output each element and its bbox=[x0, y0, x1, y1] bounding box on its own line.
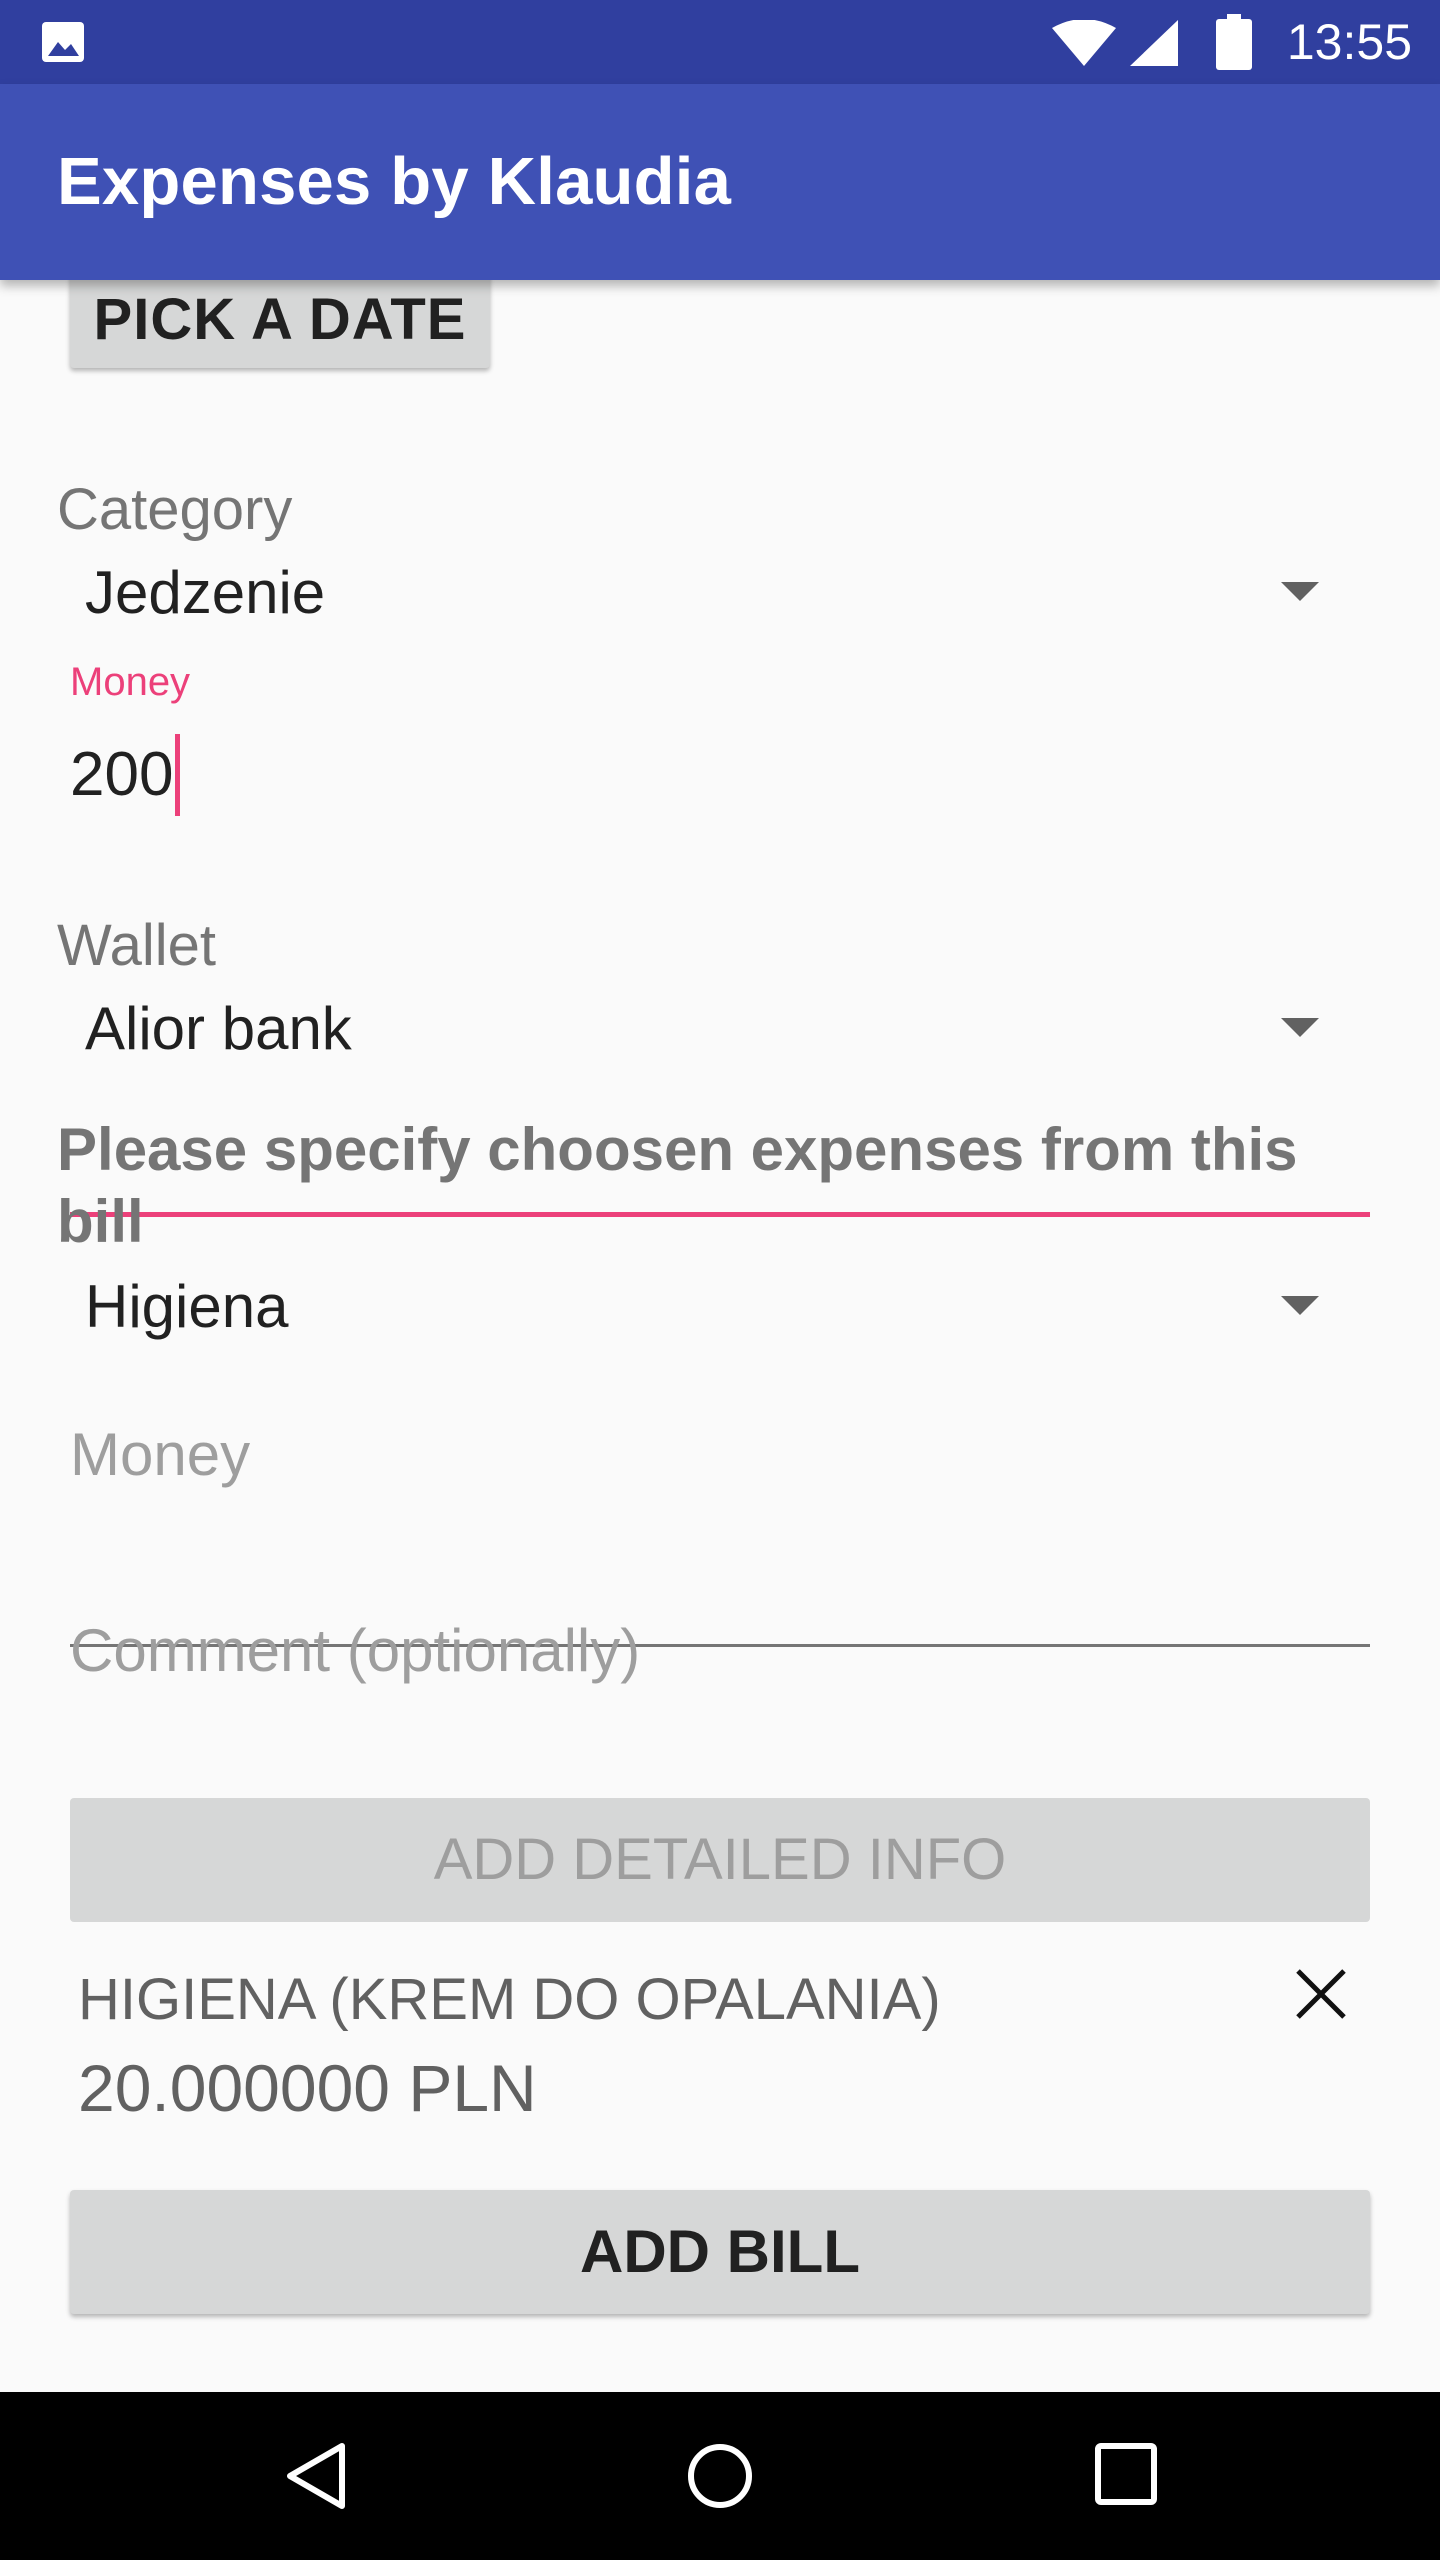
money-float-label: Money bbox=[70, 660, 191, 704]
detail-category-value: Higiena bbox=[85, 1273, 289, 1340]
chevron-down-icon bbox=[1281, 582, 1319, 601]
recents-icon[interactable] bbox=[1094, 2442, 1158, 2506]
wallet-value: Alior bank bbox=[85, 995, 352, 1062]
chevron-down-icon bbox=[1281, 1296, 1319, 1315]
wallet-label: Wallet bbox=[57, 913, 216, 978]
wifi-icon bbox=[1052, 20, 1116, 66]
category-spinner[interactable]: Jedzenie bbox=[57, 544, 1369, 634]
signal-icon bbox=[1130, 20, 1178, 66]
add-bill-label: ADD BILL bbox=[580, 2218, 860, 2285]
money-field[interactable]: Money 200 bbox=[70, 660, 1370, 1217]
wallet-spinner[interactable]: Alior bank bbox=[57, 980, 1369, 1070]
status-bar: 13:55 bbox=[0, 0, 1440, 84]
navigation-bar bbox=[0, 2392, 1440, 2560]
back-icon[interactable] bbox=[284, 2442, 348, 2510]
pick-date-button[interactable]: PICK A DATE bbox=[70, 280, 490, 368]
detail-item-title: HIGIENA (KREM DO OPALANIA) bbox=[78, 1967, 941, 2032]
detail-item-amount: 20.000000 PLN bbox=[78, 2051, 537, 2125]
battery-icon bbox=[1216, 14, 1252, 70]
text-cursor bbox=[175, 733, 181, 816]
detail-money-field[interactable]: Money bbox=[70, 1410, 1370, 1647]
add-detailed-info-button[interactable]: ADD DETAILED INFO bbox=[70, 1798, 1370, 1922]
money-value: 200 bbox=[70, 740, 174, 809]
close-icon[interactable] bbox=[1293, 1966, 1349, 2022]
clock: 13:55 bbox=[1286, 14, 1412, 70]
app-bar: Expenses by Klaudia bbox=[0, 84, 1440, 280]
detail-money-placeholder: Money bbox=[70, 1421, 251, 1488]
category-value: Jedzenie bbox=[85, 559, 326, 626]
add-bill-button[interactable]: ADD BILL bbox=[70, 2190, 1370, 2314]
comment-placeholder: Comment (optionally) bbox=[70, 1617, 641, 1684]
detail-prompt: Please specify choosen expenses from thi… bbox=[57, 1116, 1298, 1255]
detail-item: HIGIENA (KREM DO OPALANIA) 20.000000 PLN bbox=[78, 1966, 1368, 2146]
category-label: Category bbox=[57, 477, 293, 542]
image-icon bbox=[42, 22, 84, 62]
comment-field[interactable]: Comment (optionally) bbox=[70, 1606, 1370, 1843]
money-input[interactable]: 200 bbox=[70, 730, 181, 820]
chevron-down-icon bbox=[1281, 1018, 1319, 1037]
home-icon[interactable] bbox=[686, 2442, 754, 2510]
pick-date-label: PICK A DATE bbox=[93, 287, 467, 352]
form-scroll-area[interactable]: PICK A DATE Category Jedzenie Money 200 … bbox=[0, 280, 1440, 2392]
detail-category-spinner[interactable]: Higiena bbox=[57, 1258, 1369, 1348]
add-detailed-info-label: ADD DETAILED INFO bbox=[433, 1827, 1007, 1892]
app-title: Expenses by Klaudia bbox=[57, 144, 732, 219]
